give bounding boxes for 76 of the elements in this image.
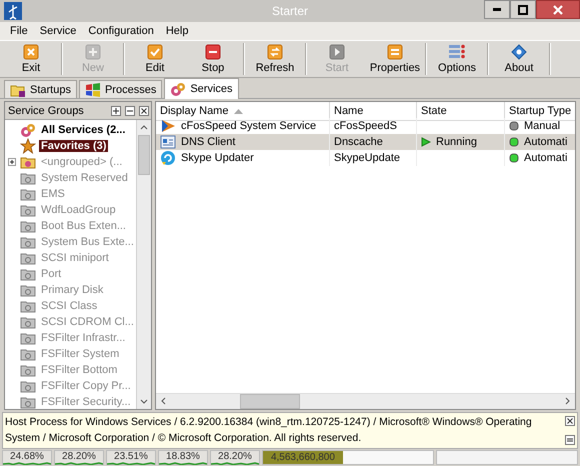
- memory-value: 4,563,660,800: [270, 452, 335, 463]
- column-header[interactable]: Display Name: [156, 102, 330, 121]
- checkmark-icon: [147, 44, 163, 60]
- meter-value: 24.68%: [10, 451, 44, 462]
- column-header[interactable]: Name: [330, 102, 417, 121]
- star-icon: [20, 138, 36, 154]
- table-cell: Automati: [524, 152, 568, 164]
- close-icon: [552, 4, 564, 14]
- table-cell: Manual: [524, 120, 560, 132]
- minimize-button[interactable]: [484, 0, 510, 19]
- service-name[interactable]: Skype Updater: [181, 152, 254, 164]
- properties-button[interactable]: Properties: [366, 41, 424, 77]
- menu-item[interactable]: Help: [160, 25, 194, 37]
- menu-item[interactable]: Configuration: [82, 25, 160, 37]
- minimize-icon[interactable]: [565, 435, 575, 445]
- play-icon: [421, 137, 431, 147]
- service-name[interactable]: cFosSpeed System Service: [181, 120, 316, 132]
- refresh-icon: [160, 150, 176, 166]
- tab[interactable]: Services: [164, 78, 239, 99]
- menu-item[interactable]: File: [4, 25, 34, 37]
- table-cell: Automati: [524, 136, 568, 148]
- collapse-all-icon[interactable]: [125, 106, 135, 116]
- info-text: Host Process for Windows Services / 6.2.9200.16384 (win8_rtm.120725-1247) / Microsoft® Windows® Operating System / Microsoft Corporation / © Microsoft Corporation. All rights reserved.: [5, 415, 533, 446]
- close-icon: [23, 44, 39, 60]
- usage-graph: [3, 462, 51, 465]
- gears-icon: [170, 81, 186, 97]
- tab[interactable]: Processes: [78, 80, 162, 98]
- exit-button[interactable]: Exit: [2, 41, 60, 77]
- meter-value: 18.83%: [166, 451, 200, 462]
- close-icon[interactable]: [565, 416, 575, 426]
- gears-icon: [20, 122, 36, 138]
- meter-value: 28.20%: [218, 451, 252, 462]
- scrollbar[interactable]: [156, 393, 575, 409]
- refresh-icon: [267, 44, 283, 60]
- list-icon: [387, 44, 403, 60]
- play-icon: [329, 44, 345, 60]
- stop-icon: [205, 44, 221, 60]
- app-icon: [4, 2, 22, 20]
- meter-value: 28.20%: [62, 451, 96, 462]
- tree-item[interactable]: Favorites (3): [39, 140, 108, 152]
- table-cell: Dnscache: [334, 136, 383, 148]
- windows-icon: [84, 82, 101, 98]
- scrollbar-thumb[interactable]: [138, 135, 150, 175]
- usage-graph: [159, 462, 207, 465]
- about-button[interactable]: About: [490, 41, 548, 77]
- stop-button[interactable]: Stop: [184, 41, 242, 77]
- maximize-button[interactable]: [510, 0, 536, 19]
- table-cell: Running: [436, 136, 477, 148]
- usage-graph: [107, 462, 155, 465]
- table-cell: SkypeUpdate: [334, 152, 400, 164]
- refresh-button[interactable]: Refresh: [246, 41, 304, 77]
- menu-item[interactable]: Service: [34, 25, 82, 37]
- options-icon: [448, 44, 466, 60]
- close-button[interactable]: [536, 0, 580, 19]
- edit-button[interactable]: Edit: [126, 41, 184, 77]
- close-icon[interactable]: [139, 106, 149, 116]
- usage-graph: [211, 462, 259, 465]
- minimize-icon: [493, 8, 501, 11]
- column-header[interactable]: State: [417, 102, 505, 121]
- column-header[interactable]: Startup Type: [505, 102, 575, 121]
- tree-item[interactable]: All Services (2...: [39, 124, 128, 136]
- table-cell: cFosSpeedS: [334, 120, 397, 132]
- meter-value: 23.51%: [114, 451, 148, 462]
- scrollbar[interactable]: [136, 120, 151, 409]
- window-title: Starter: [270, 4, 309, 18]
- play-icon: [160, 118, 176, 134]
- maximize-icon: [517, 4, 529, 14]
- panel-title: Service Groups: [8, 104, 85, 116]
- scrollbar-thumb[interactable]: [240, 394, 300, 409]
- expand-icon[interactable]: [8, 158, 16, 166]
- plus-icon: [85, 44, 101, 60]
- usage-graph: [55, 462, 103, 465]
- options-button[interactable]: Options: [428, 41, 486, 77]
- expand-all-icon[interactable]: [111, 106, 121, 116]
- tab[interactable]: Startups: [4, 80, 77, 98]
- info-icon: [511, 44, 527, 60]
